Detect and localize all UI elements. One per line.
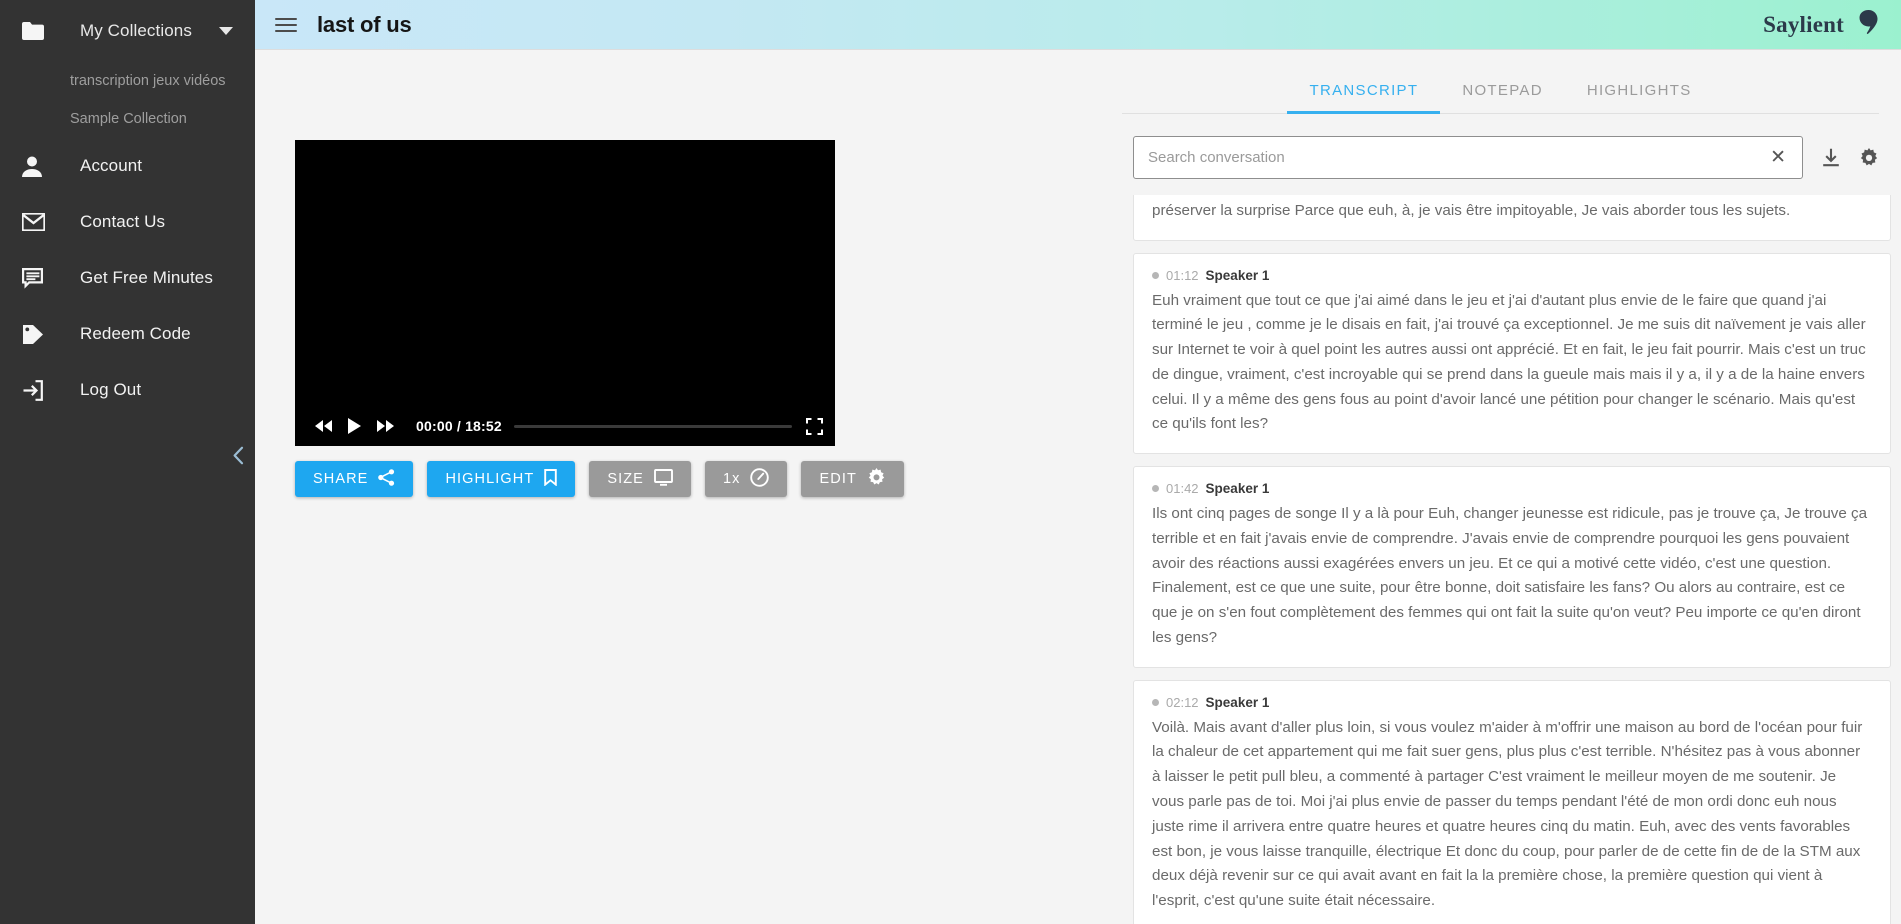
tab-notepad[interactable]: NOTEPAD xyxy=(1440,70,1565,114)
sidebar-item-account[interactable]: Account xyxy=(0,138,255,194)
search-field-wrapper[interactable]: ✕ xyxy=(1133,136,1803,179)
transcript-segment-speaker[interactable]: Speaker 1 xyxy=(1206,268,1270,283)
time-display: 00:00 / 18:52 xyxy=(416,418,502,434)
folder-icon xyxy=(22,22,52,40)
sidebar-item-account-label: Account xyxy=(80,156,143,175)
monitor-icon xyxy=(654,468,673,490)
gear-icon xyxy=(867,467,886,491)
close-icon[interactable]: ✕ xyxy=(1754,148,1802,167)
playback-speed-label: 1x xyxy=(722,471,741,487)
transcript-segment-time[interactable]: 01:12 xyxy=(1166,268,1199,283)
chevron-left-icon xyxy=(232,446,245,470)
panel-tabs: TRANSCRIPT NOTEPAD HIGHLIGHTS xyxy=(1122,50,1879,114)
edit-button-label: EDIT xyxy=(819,471,857,487)
main-area: last of us Saylient 00:00 / 18:52 SHARE … xyxy=(255,0,1901,924)
fast-forward-icon[interactable] xyxy=(369,419,402,433)
chevron-down-icon[interactable] xyxy=(219,27,233,35)
person-icon xyxy=(22,156,52,177)
fullscreen-icon[interactable] xyxy=(806,417,823,435)
speaker-dot-icon xyxy=(1152,271,1159,279)
sidebar-item-log-out[interactable]: Log Out xyxy=(0,362,255,418)
sidebar-item-get-free-minutes-label: Get Free Minutes xyxy=(80,268,213,287)
transcript-scroll-area[interactable]: jamais vous tombez sur cette vidéo sans … xyxy=(1100,195,1901,924)
download-icon[interactable] xyxy=(1803,148,1840,167)
sidebar-item-sample-collection[interactable]: Sample Collection xyxy=(0,100,255,138)
sidebar-item-redeem-code[interactable]: Redeem Code xyxy=(0,306,255,362)
hamburger-icon[interactable] xyxy=(275,14,297,36)
transcript-segment-text: Voilà. Mais avant d'aller plus loin, si … xyxy=(1152,718,1863,910)
rewind-icon[interactable] xyxy=(307,419,340,433)
tag-icon xyxy=(22,324,52,345)
top-header-bar: last of us Saylient xyxy=(255,0,1901,50)
sidebar-collections-label: My Collections xyxy=(80,21,192,40)
transcript-segment-time[interactable]: 01:42 xyxy=(1166,481,1199,496)
speedometer-icon xyxy=(750,467,770,491)
player-action-buttons: SHARE HIGHLIGHT SIZE 1x EDIT xyxy=(295,461,1100,497)
play-icon[interactable] xyxy=(340,417,369,435)
search-input[interactable] xyxy=(1134,149,1755,166)
highlight-button[interactable]: HIGHLIGHT xyxy=(427,461,576,497)
sidebar-item-redeem-code-label: Redeem Code xyxy=(80,324,191,343)
video-surface[interactable] xyxy=(295,140,835,446)
transcript-segment-speaker[interactable]: Speaker 1 xyxy=(1206,695,1270,710)
logout-icon xyxy=(22,379,52,401)
transcript-segment[interactable]: 01:42 Speaker 1 Ils ont cinq pages de so… xyxy=(1133,466,1891,668)
share-icon xyxy=(378,468,395,490)
edit-button[interactable]: EDIT xyxy=(801,461,904,497)
transcript-segment-meta: 01:12 Speaker 1 xyxy=(1152,268,1872,283)
video-controls-bar: 00:00 / 18:52 xyxy=(295,406,835,446)
sidebar-item-transcription-jeux-videos[interactable]: transcription jeux vidéos xyxy=(0,62,255,100)
transcript-segment-time[interactable]: 02:12 xyxy=(1166,695,1199,710)
app-root: My Collections transcription jeux vidéos… xyxy=(0,0,1901,924)
quote-mark-icon xyxy=(1858,9,1879,40)
sidebar-sub-items: transcription jeux vidéos Sample Collect… xyxy=(0,62,255,138)
sidebar-item-contact-us-label: Contact Us xyxy=(80,212,166,231)
playback-speed-button[interactable]: 1x xyxy=(704,461,788,497)
search-row: ✕ xyxy=(1100,114,1901,195)
bookmark-icon xyxy=(544,468,558,490)
content-split: 00:00 / 18:52 SHARE HIGHLIGHT SIZE 1x ED… xyxy=(255,50,1901,924)
video-pane: 00:00 / 18:52 SHARE HIGHLIGHT SIZE 1x ED… xyxy=(255,50,1100,924)
envelope-icon xyxy=(22,213,52,231)
sidebar: My Collections transcription jeux vidéos… xyxy=(0,0,255,924)
speaker-dot-icon xyxy=(1152,698,1159,706)
sidebar-collapse-button[interactable] xyxy=(225,443,251,473)
transcript-segment-text: jamais vous tombez sur cette vidéo sans … xyxy=(1152,201,1791,219)
transcript-pane: TRANSCRIPT NOTEPAD HIGHLIGHTS ✕ xyxy=(1100,50,1901,924)
share-button-label: SHARE xyxy=(313,471,369,487)
speaker-dot-icon xyxy=(1152,485,1159,493)
highlight-button-label: HIGHLIGHT xyxy=(445,471,535,487)
transcript-segment-meta: 02:12 Speaker 1 xyxy=(1152,695,1872,710)
brand-name: Saylient xyxy=(1763,11,1844,37)
transcript-segment-text: Euh vraiment que tout ce que j'ai aimé d… xyxy=(1152,291,1866,433)
transcript-segment[interactable]: 01:12 Speaker 1 Euh vraiment que tout ce… xyxy=(1133,252,1891,455)
transcript-segment-text: Ils ont cinq pages de songe Il y a là po… xyxy=(1152,505,1868,646)
transcript-segment-meta: 01:42 Speaker 1 xyxy=(1152,481,1872,496)
settings-gear-icon[interactable] xyxy=(1840,147,1879,168)
transcript-segment-speaker[interactable]: Speaker 1 xyxy=(1206,481,1270,496)
tab-highlights[interactable]: HIGHLIGHTS xyxy=(1565,70,1714,114)
page-title: last of us xyxy=(317,11,412,37)
sidebar-item-contact-us[interactable]: Contact Us xyxy=(0,194,255,250)
progress-bar[interactable] xyxy=(513,424,792,428)
share-button[interactable]: SHARE xyxy=(295,461,414,497)
sidebar-collections-header[interactable]: My Collections xyxy=(0,0,255,62)
video-player[interactable]: 00:00 / 18:52 xyxy=(295,140,835,446)
transcript-segment[interactable]: jamais vous tombez sur cette vidéo sans … xyxy=(1133,195,1891,241)
size-button-label: SIZE xyxy=(607,471,644,487)
tab-transcript[interactable]: TRANSCRIPT xyxy=(1287,70,1441,114)
sidebar-item-get-free-minutes[interactable]: Get Free Minutes xyxy=(0,250,255,306)
size-button[interactable]: SIZE xyxy=(589,461,691,497)
chat-icon xyxy=(22,267,52,289)
brand-logo[interactable]: Saylient xyxy=(1763,9,1879,40)
sidebar-item-log-out-label: Log Out xyxy=(80,380,142,399)
transcript-segment[interactable]: 02:12 Speaker 1 Voilà. Mais avant d'alle… xyxy=(1133,679,1891,924)
